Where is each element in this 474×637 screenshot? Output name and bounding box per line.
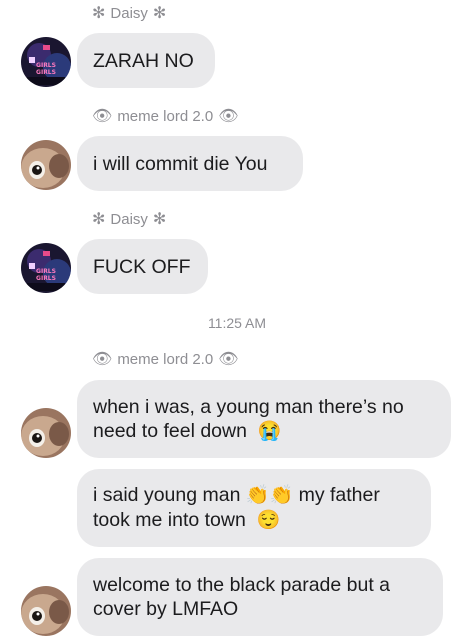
message-text: i will commit die You xyxy=(93,152,268,175)
flower-icon: ✻ xyxy=(92,4,106,22)
eye-icon: 👁 xyxy=(218,350,239,368)
avatar-meme-lord[interactable] xyxy=(21,586,71,636)
avatar-meme-lord[interactable] xyxy=(21,140,71,190)
flower-icon: ✻ xyxy=(152,4,167,22)
sender-name-daisy: ✻ Daisy ✻ xyxy=(92,5,166,22)
sender-label: Daisy xyxy=(110,5,148,22)
sender-name-daisy: ✻ Daisy ✻ xyxy=(92,211,166,228)
clapping-hands-icon: 👏👏 xyxy=(245,485,294,506)
message-bubble[interactable]: welcome to the black parade but a cover … xyxy=(77,558,443,636)
message-line: need to feel down xyxy=(93,419,247,442)
svg-text:GIRLS: GIRLS xyxy=(36,62,56,69)
svg-text:GIRLS: GIRLS xyxy=(36,275,56,282)
avatar-daisy[interactable]: GIRLS GIRLS xyxy=(21,243,71,293)
sender-label: meme lord 2.0 xyxy=(117,351,214,368)
relieved-face-icon: 😌 xyxy=(256,510,281,531)
eye-icon: 👁 xyxy=(92,350,113,368)
message-line: cover by LMFAO xyxy=(93,598,239,620)
avatar-meme-lord[interactable] xyxy=(21,408,71,458)
message-line: my father xyxy=(298,484,380,506)
message-bubble[interactable]: FUCK OFF xyxy=(77,239,208,294)
message-bubble[interactable]: when i was, a young man there’s no need … xyxy=(77,380,451,458)
message-line: i said young man xyxy=(93,484,241,506)
svg-text:GIRLS: GIRLS xyxy=(36,268,56,275)
message-text: FUCK OFF xyxy=(93,255,191,278)
crying-face-icon: 😭 xyxy=(257,420,282,442)
message-text: i said young man 👏👏 my father took me in… xyxy=(93,483,380,533)
message-text: welcome to the black parade but a cover … xyxy=(93,573,390,621)
message-bubble[interactable]: ZARAH NO xyxy=(77,33,215,88)
message-bubble[interactable]: i said young man 👏👏 my father took me in… xyxy=(77,469,431,547)
sender-name-meme-lord: 👁 meme lord 2.0 👁 xyxy=(92,108,239,125)
sender-label: Daisy xyxy=(110,211,148,228)
message-line: welcome to the black parade but a xyxy=(93,574,391,596)
flower-icon: ✻ xyxy=(92,210,106,228)
sender-name-meme-lord: 👁 meme lord 2.0 👁 xyxy=(92,351,239,368)
message-line: when i was, a young man there’s no xyxy=(93,395,404,418)
eye-icon: 👁 xyxy=(218,107,239,125)
message-text: when i was, a young man there’s no need … xyxy=(93,395,404,444)
message-text: ZARAH NO xyxy=(93,49,194,72)
avatar-daisy[interactable]: GIRLS GIRLS xyxy=(21,37,71,87)
timestamp: 11:25 AM xyxy=(207,315,267,331)
flower-icon: ✻ xyxy=(152,210,167,228)
eye-icon: 👁 xyxy=(92,107,113,125)
svg-text:GIRLS: GIRLS xyxy=(36,69,56,76)
message-bubble[interactable]: i will commit die You xyxy=(77,136,303,191)
sender-label: meme lord 2.0 xyxy=(117,108,214,125)
message-line: took me into town xyxy=(93,509,246,531)
